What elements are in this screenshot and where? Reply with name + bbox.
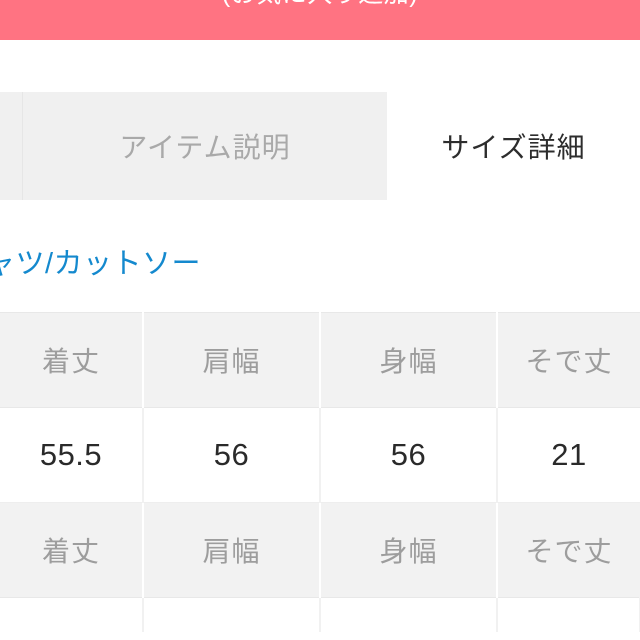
table-header-cell-sleeve: そで丈: [497, 502, 640, 598]
size-detail-table: 着丈 肩幅 身幅 そで丈 55.5 56 56 21 着丈 肩幅 身幅 そで丈: [0, 312, 640, 632]
table-cell-body: 56: [320, 407, 498, 503]
tab-size-detail-label: サイズ詳細: [441, 132, 586, 163]
table-cell-sleeve: 21: [497, 407, 640, 503]
table-cell-length: [0, 597, 144, 632]
table-header-cell-sleeve: そで丈: [497, 312, 640, 408]
category-link[interactable]: ャツ/カットソー: [0, 240, 201, 282]
table-cell-body: [320, 597, 498, 632]
size-detail-screen: (お気に入り追加) ー アイテム説明 サイズ詳細 ャツ/カットソー 着丈 肩幅 …: [0, 0, 640, 640]
tab-item-description-label: アイテム説明: [119, 132, 291, 163]
tab-item-description[interactable]: アイテム説明: [22, 92, 387, 200]
table-row-partial: [0, 597, 640, 632]
table-header-row: 着丈 肩幅 身幅 そで丈: [0, 312, 640, 408]
table-row: 55.5 56 56 21: [0, 407, 640, 503]
table-header-cell-body: 身幅: [320, 312, 498, 408]
table-header-cell-length: 着丈: [0, 312, 144, 408]
table-cell-shoulder: [143, 597, 321, 632]
table-header-cell-shoulder: 肩幅: [143, 502, 321, 598]
tab-bar: ー アイテム説明 サイズ詳細: [0, 92, 640, 200]
favorite-bar-label: (お気に入り追加): [222, 0, 418, 7]
tab-size-detail[interactable]: サイズ詳細: [387, 92, 640, 200]
table-cell-shoulder: 56: [143, 407, 321, 503]
table-cell-length: 55.5: [0, 407, 144, 503]
table-header-cell-length: 着丈: [0, 502, 144, 598]
table-header-cell-body: 身幅: [320, 502, 498, 598]
tab-clipped-previous[interactable]: ー: [0, 92, 22, 200]
table-cell-sleeve: [497, 597, 640, 632]
favorite-bar[interactable]: (お気に入り追加): [0, 0, 640, 40]
table-header-row: 着丈 肩幅 身幅 そで丈: [0, 502, 640, 598]
table-header-cell-shoulder: 肩幅: [143, 312, 321, 408]
